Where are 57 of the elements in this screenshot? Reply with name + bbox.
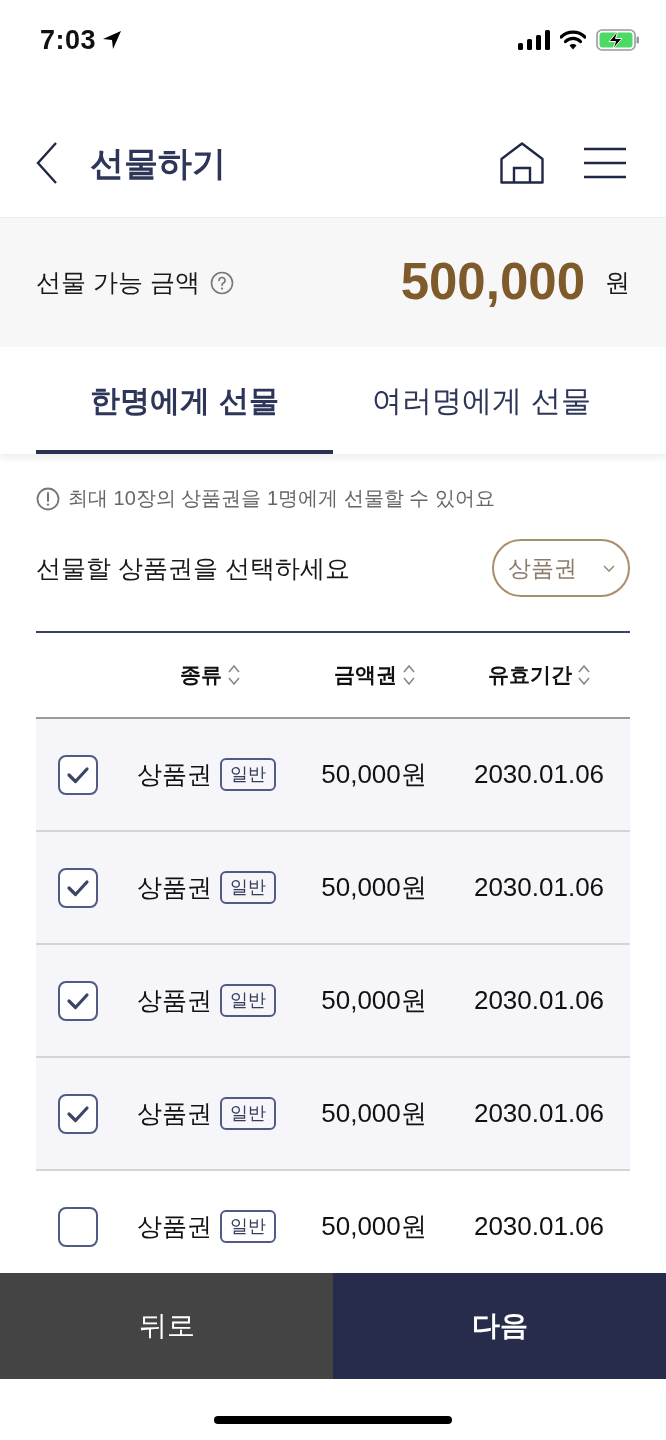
amount-cell-text: 50,000원 (321, 984, 427, 1017)
filter-dropdown[interactable]: 상품권 (492, 539, 630, 597)
location-arrow-icon (102, 30, 123, 50)
row-checkbox[interactable] (58, 980, 98, 1021)
expiry-date: 2030.01.06 (473, 1211, 605, 1242)
voucher-name: 상품권 (137, 985, 212, 1016)
battery-icon (596, 29, 640, 51)
category-tag: 일반 (220, 1209, 276, 1244)
highlighted-row[interactable]: 상품권 일반 50,000원 2030.01.06 (36, 945, 630, 1058)
voucher-name: 상품권 (137, 872, 212, 903)
tab[interactable]: 여러명에게 선물 (333, 347, 630, 454)
category-tag: 일반 (220, 870, 276, 905)
row-checkbox[interactable] (58, 1093, 98, 1134)
status-time: 7:03 (40, 24, 97, 56)
selection-prompt: 선물할 상품권을 선택하세요 (36, 552, 350, 584)
caret-icon (602, 564, 615, 572)
page-title: 선물하기 (90, 142, 227, 184)
balance-amount: 500,000 (400, 254, 585, 311)
expiry-date: 2030.01.06 (473, 759, 605, 790)
amount-cell-text: 50,000원 (321, 871, 427, 904)
sort-icon (578, 664, 590, 686)
back-icon[interactable] (36, 142, 58, 184)
alert-icon (36, 486, 60, 511)
row-checkbox[interactable] (58, 867, 98, 908)
amount-cell-text: 50,000원 (321, 1097, 427, 1130)
notice-text: 최대 10장의 상품권을 1명에게 선물할 수 있어요 (68, 486, 495, 511)
currency-unit: 원 (605, 267, 630, 298)
home-icon[interactable] (500, 142, 544, 184)
sort-icon (228, 664, 240, 686)
wifi-icon (560, 30, 586, 50)
category-tag: 일반 (220, 983, 276, 1018)
voucher-name: 상품권 (137, 1211, 212, 1242)
voucher-name: 상품권 (137, 1098, 212, 1129)
highlighted-row[interactable]: 상품권 일반 50,000원 2030.01.06 (36, 1058, 630, 1171)
column-header[interactable]: 금액권 (300, 633, 448, 717)
sort-icon (402, 664, 415, 686)
next-button[interactable]: 다음 (333, 1273, 666, 1379)
signal-icon (518, 30, 550, 50)
expiry-date: 2030.01.06 (473, 1098, 605, 1129)
column-header[interactable]: 유효기간 (448, 633, 630, 717)
back-button[interactable]: 뒤로 (0, 1273, 333, 1379)
tab[interactable]: 한명에게 선물 (36, 347, 333, 454)
expiry-date: 2030.01.06 (473, 872, 605, 903)
category-tag: 일반 (220, 757, 276, 792)
highlighted-row[interactable]: 상품권 일반 50,000원 2030.01.06 (36, 719, 630, 832)
amount-cell-text: 50,000원 (321, 758, 427, 791)
row-checkbox[interactable] (58, 1206, 98, 1247)
highlighted-row[interactable]: 상품권 일반 50,000원 2030.01.06 (36, 832, 630, 945)
voucher-name: 상품권 (137, 759, 212, 790)
menu-icon[interactable] (584, 147, 626, 179)
row-checkbox[interactable] (58, 754, 98, 795)
balance-label: 선물 가능 금액 (36, 267, 200, 298)
help-icon[interactable] (209, 270, 234, 295)
expiry-date: 2030.01.06 (473, 985, 605, 1016)
amount-cell-text: 50,000원 (321, 1210, 427, 1243)
category-tag: 일반 (220, 1096, 276, 1131)
column-header[interactable]: 종류 (120, 633, 300, 717)
